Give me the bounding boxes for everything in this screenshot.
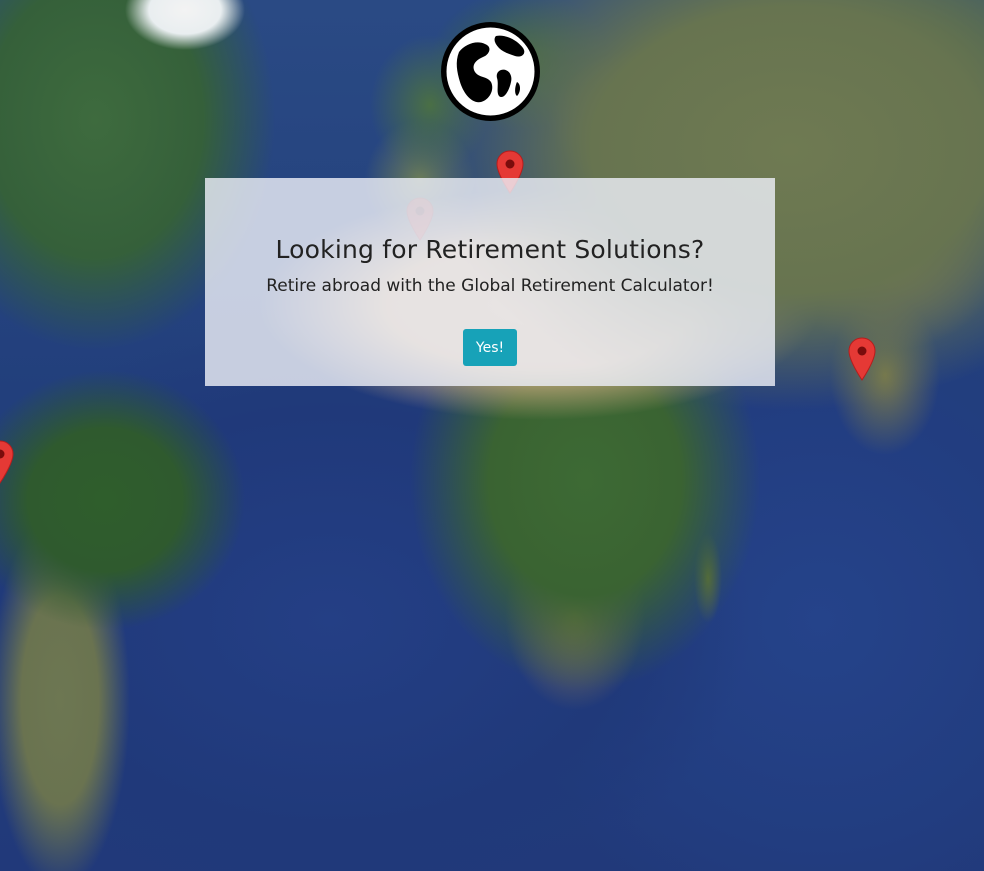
hero-card: Looking for Retirement Solutions? Retire… [205,178,775,386]
map-marker-icon[interactable] [848,337,876,381]
globe-logo-icon[interactable] [441,22,540,121]
hero-subtitle: Retire abroad with the Global Retirement… [266,276,714,296]
map-marker-icon[interactable] [0,440,14,484]
hero-title: Looking for Retirement Solutions? [275,235,705,264]
yes-button[interactable]: Yes! [463,329,517,366]
world-map-background[interactable] [0,0,984,871]
